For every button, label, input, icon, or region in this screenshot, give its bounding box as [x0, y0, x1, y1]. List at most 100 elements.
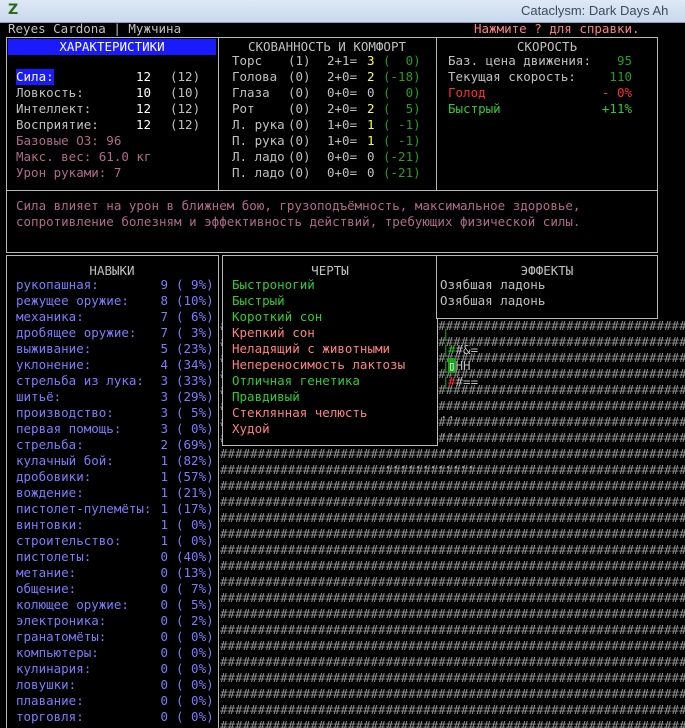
- stat-label[interactable]: Интеллект:: [16, 101, 91, 117]
- skill-name[interactable]: плавание:: [16, 693, 84, 709]
- skill-level: 7: [160, 309, 168, 324]
- trait-item[interactable]: Правдивый: [232, 389, 300, 405]
- encumbrance-total: 3: [367, 53, 375, 68]
- encumbrance-calc: 0+0=: [327, 85, 358, 100]
- encumbrance-layers: (0): [288, 149, 311, 164]
- skill-percent: ( 0%): [176, 533, 214, 548]
- skill-name[interactable]: производство:: [16, 405, 114, 421]
- skill-name[interactable]: гранатомёты:: [16, 629, 106, 645]
- skill-level: 1: [160, 453, 168, 468]
- skill-name[interactable]: рукопашная:: [16, 277, 99, 293]
- skill-name[interactable]: электроника:: [16, 613, 106, 629]
- skill-percent: (29%): [176, 389, 214, 404]
- trait-item[interactable]: Крепкий сон: [232, 325, 315, 341]
- skill-name[interactable]: пистолет-пулемёты:: [16, 501, 151, 517]
- skill-name[interactable]: пистолеты:: [16, 549, 91, 565]
- trait-item[interactable]: Отличная генетика: [232, 373, 360, 389]
- skill-percent: (69%): [176, 437, 214, 452]
- skill-level: 0: [160, 645, 168, 660]
- map-fragment-2: ▯HH: [448, 358, 471, 373]
- skill-name[interactable]: колющее оружие:: [16, 597, 129, 613]
- encumbrance-part: Л. ладо: [232, 149, 285, 164]
- skill-percent: ( 3%): [176, 325, 214, 340]
- stat-value: 12: [136, 101, 152, 116]
- skill-name[interactable]: режущее оружие:: [16, 293, 129, 309]
- skill-name[interactable]: кулинария:: [16, 661, 91, 677]
- stat-base: (12): [170, 101, 201, 116]
- skill-name[interactable]: метание:: [16, 565, 76, 581]
- skill-name[interactable]: винтовки:: [16, 517, 84, 533]
- speed-label: Голод: [448, 85, 486, 100]
- skill-name[interactable]: шитьё:: [16, 389, 61, 405]
- stat-derived: Урон руками: 7: [16, 165, 122, 180]
- map-fragment-3: ##==: [448, 374, 479, 389]
- skill-percent: ( 0%): [176, 629, 214, 644]
- skill-name[interactable]: кулачный бой:: [16, 453, 114, 469]
- skill-level: 3: [160, 405, 168, 420]
- skill-percent: (82%): [176, 453, 214, 468]
- skill-name[interactable]: дробовики:: [16, 469, 91, 485]
- skill-name[interactable]: уклонение:: [16, 357, 91, 373]
- skill-level: 0: [160, 613, 168, 628]
- trait-item[interactable]: Неладящий с животными: [232, 341, 390, 357]
- encumbrance-warmth: (-21): [383, 149, 421, 164]
- stat-value: 12: [136, 69, 152, 84]
- map-fragment-4: ..: [440, 406, 456, 421]
- encumbrance-layers: (0): [288, 133, 311, 148]
- encumbrance-calc: 1+0=: [327, 133, 358, 148]
- stats-title[interactable]: ХАРАКТЕРИСТИКИ: [8, 39, 216, 55]
- encumbrance-part: Л. рука: [232, 117, 285, 132]
- skill-name[interactable]: вождение:: [16, 485, 84, 501]
- skill-level: 0: [160, 581, 168, 596]
- skill-percent: (10%): [176, 293, 214, 308]
- speed-label: Быстрый: [448, 101, 501, 116]
- skill-name[interactable]: стрельба из лука:: [16, 373, 144, 389]
- skill-name[interactable]: дробящее оружие:: [16, 325, 136, 341]
- skill-name[interactable]: стрельба:: [16, 437, 84, 453]
- skill-name[interactable]: компьютеры:: [16, 645, 99, 661]
- trait-item[interactable]: Быстрый: [232, 293, 285, 309]
- effect-item[interactable]: Озябшая ладонь: [440, 277, 545, 293]
- effect-item[interactable]: Озябшая ладонь: [440, 293, 545, 309]
- skill-level: 1: [160, 469, 168, 484]
- encumbrance-warmth: (-21): [383, 165, 421, 180]
- speed-value: - 0%: [601, 85, 632, 100]
- skill-name[interactable]: механика:: [16, 309, 84, 325]
- encumbrance-total: 2: [367, 101, 375, 116]
- speed-value: 95: [616, 53, 632, 68]
- skill-level: 0: [160, 549, 168, 564]
- skill-percent: (57%): [176, 469, 214, 484]
- stat-label[interactable]: Ловкость:: [16, 85, 84, 101]
- skill-percent: ( 0%): [176, 517, 214, 532]
- trait-item[interactable]: Худой: [232, 421, 270, 437]
- encumbrance-calc: 1+0=: [327, 117, 358, 132]
- stat-label[interactable]: Сила:: [16, 69, 54, 85]
- skill-name[interactable]: строительство:: [16, 533, 121, 549]
- skill-level: 3: [160, 421, 168, 436]
- skill-level: 2: [160, 437, 168, 452]
- skill-name[interactable]: ловушки:: [16, 677, 76, 693]
- stat-base: (12): [170, 69, 201, 84]
- skill-name[interactable]: общение:: [16, 581, 76, 597]
- window-titlebar[interactable]: Z Cataclysm: Dark Days Ah: [0, 0, 685, 23]
- stat-value: 12: [136, 117, 152, 132]
- encumbrance-total: 0: [367, 149, 375, 164]
- skill-name[interactable]: выживание:: [16, 341, 91, 357]
- trait-item[interactable]: Стеклянная челюсть: [232, 405, 367, 421]
- skill-name[interactable]: торговля:: [16, 709, 84, 725]
- skill-percent: ( 0%): [176, 661, 214, 676]
- skill-percent: ( 6%): [176, 309, 214, 324]
- skill-percent: ( 0%): [176, 645, 214, 660]
- stat-derived: Базовые ОЗ: 96: [16, 133, 122, 148]
- stat-label[interactable]: Восприятие:: [16, 117, 99, 133]
- trait-item[interactable]: Быстроногий: [232, 277, 315, 293]
- encumbrance-warmth: (-18): [383, 69, 421, 84]
- skill-name[interactable]: первая помощь:: [16, 421, 121, 437]
- trait-item[interactable]: Непереносимость лактозы: [232, 357, 405, 373]
- encumbrance-calc: 2+1=: [327, 53, 358, 68]
- skill-percent: ( 0%): [176, 421, 214, 436]
- skill-percent: (13%): [176, 565, 214, 580]
- trait-item[interactable]: Короткий сон: [232, 309, 322, 325]
- skill-level: 1: [160, 533, 168, 548]
- skill-percent: (21%): [176, 485, 214, 500]
